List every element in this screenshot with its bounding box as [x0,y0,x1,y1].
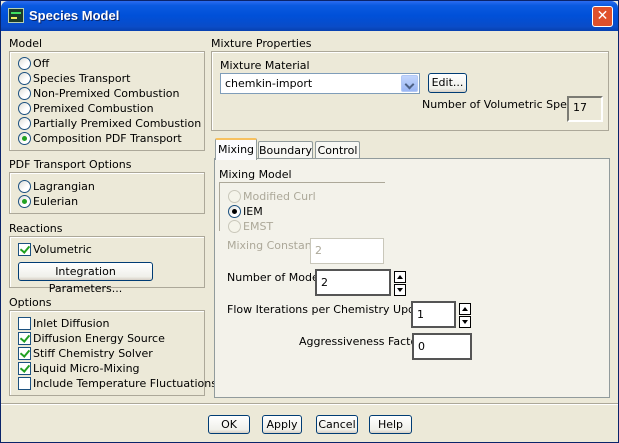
mixing-modified-curl-label: Modified Curl [243,190,316,203]
mixing-modified-curl-radio[interactable] [228,190,241,203]
model-premixed-label: Premixed Combustion [33,102,154,115]
mixing-emst-label: EMST [243,220,274,233]
options-label: Options [9,296,52,309]
number-of-modes-input[interactable]: 2 [315,269,391,296]
mixture-material-value: chemkin-import [225,77,313,90]
pdf-lagrangian-label: Lagrangian [33,180,95,193]
number-of-modes-label: Number of Modes [227,271,325,284]
inlet-diffusion-label: Inlet Diffusion [33,317,110,330]
num-volumetric-species-value: 17 [567,96,603,122]
liquid-micro-mixing-label: Liquid Micro-Mixing [33,362,140,375]
model-partially-premixed-label: Partially Premixed Combustion [33,117,202,130]
edit-material-button[interactable]: Edit... [428,73,467,93]
apply-button[interactable]: Apply [262,415,302,434]
model-species-transport-radio[interactable] [18,72,31,85]
pdf-eulerian-label: Eulerian [33,195,79,208]
chevron-down-icon[interactable] [401,75,418,92]
cancel-button[interactable]: Cancel [316,415,358,434]
aggressiveness-factor-label: Aggressiveness Factor [299,335,422,348]
flow-iterations-increment-icon[interactable] [459,303,471,315]
model-off-label: Off [33,57,50,70]
volumetric-label: Volumetric [33,243,92,256]
include-temp-fluctuations-label: Include Temperature Fluctuations [33,377,217,390]
liquid-micro-mixing-checkbox[interactable] [18,362,31,375]
aggressiveness-factor-input[interactable]: 0 [412,333,472,360]
close-button[interactable]: ✕ [592,6,613,27]
modes-increment-icon[interactable] [394,271,406,283]
flow-iterations-input[interactable]: 1 [411,301,456,328]
ok-button[interactable]: OK [208,415,250,434]
title-bar[interactable]: Species Model ✕ [1,1,618,31]
mixture-properties-label: Mixture Properties [211,37,312,50]
inlet-diffusion-checkbox[interactable] [18,317,31,330]
model-partially-premixed-radio[interactable] [18,117,31,130]
mixing-constant-label: Mixing Constant [227,239,317,252]
model-off-radio[interactable] [18,57,31,70]
integration-parameters-button[interactable]: Integration Parameters... [18,262,153,295]
footer-divider [1,403,618,405]
include-temp-fluctuations-checkbox[interactable] [18,377,31,390]
mixture-material-label: Mixture Material [220,59,310,72]
mixing-constant-input[interactable]: 2 [310,238,384,264]
model-composition-pdf-radio[interactable] [18,132,31,145]
mixture-material-select[interactable]: chemkin-import [220,73,420,94]
pdf-eulerian-radio[interactable] [18,195,31,208]
species-model-dialog: Species Model ✕ Model Off Species Transp… [0,0,619,443]
model-composition-pdf-label: Composition PDF Transport [33,132,182,145]
model-non-premixed-label: Non-Premixed Combustion [33,87,180,100]
mixing-emst-radio[interactable] [228,220,241,233]
model-species-transport-label: Species Transport [33,72,131,85]
mixing-iem-label: IEM [243,205,263,218]
reactions-label: Reactions [9,222,63,235]
pdf-lagrangian-radio[interactable] [18,180,31,193]
model-label: Model [9,37,43,50]
stiff-chemistry-solver-label: Stiff Chemistry Solver [33,347,153,360]
mixing-model-label: Mixing Model [219,168,292,181]
tab-mixing[interactable]: Mixing [215,138,257,160]
window-title: Species Model [29,8,120,23]
flow-iterations-label: Flow Iterations per Chemistry Update [227,303,433,316]
mixing-iem-radio[interactable] [228,205,241,218]
diffusion-energy-source-label: Diffusion Energy Source [33,332,165,345]
volumetric-checkbox[interactable] [18,243,31,256]
diffusion-energy-source-checkbox[interactable] [18,332,31,345]
app-icon [8,8,24,23]
model-premixed-radio[interactable] [18,102,31,115]
stiff-chemistry-solver-checkbox[interactable] [18,347,31,360]
num-volumetric-species-label: Number of Volumetric Species [422,98,589,111]
model-non-premixed-radio[interactable] [18,87,31,100]
help-button[interactable]: Help [369,415,412,434]
pdf-options-label: PDF Transport Options [9,158,132,171]
modes-decrement-icon[interactable] [394,284,406,296]
flow-iterations-decrement-icon[interactable] [459,316,471,328]
